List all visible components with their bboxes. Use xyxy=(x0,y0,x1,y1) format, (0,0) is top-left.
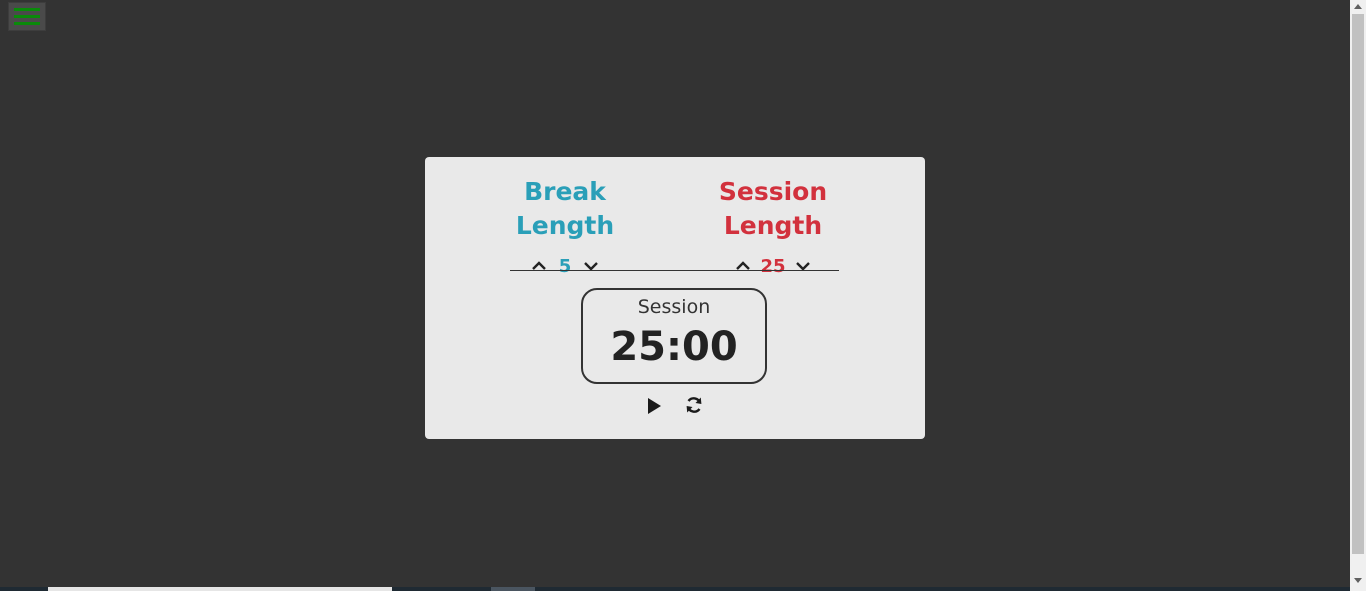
hamburger-icon-line xyxy=(14,15,40,18)
break-length-panel: Break Length 5 xyxy=(485,175,645,277)
break-length-value: 5 xyxy=(558,255,572,277)
scroll-down-arrow-icon[interactable] xyxy=(1354,578,1362,583)
divider xyxy=(510,270,839,271)
play-button[interactable] xyxy=(643,395,665,417)
timer-value: 25:00 xyxy=(610,324,738,370)
break-increment-button[interactable] xyxy=(528,255,550,277)
refresh-icon xyxy=(686,397,702,413)
session-decrement-button[interactable] xyxy=(792,255,814,277)
session-length-title: Session Length xyxy=(718,177,828,240)
taskbar-item[interactable] xyxy=(491,587,535,591)
taskbar-item[interactable] xyxy=(48,587,392,591)
taskbar-strip xyxy=(0,587,1350,591)
break-decrement-button[interactable] xyxy=(580,255,602,277)
hamburger-icon-line xyxy=(14,22,40,25)
scroll-up-arrow-icon[interactable] xyxy=(1354,4,1362,9)
session-increment-button[interactable] xyxy=(732,255,754,277)
timer-label: Session xyxy=(637,296,711,318)
reset-button[interactable] xyxy=(683,394,705,416)
timer-display: Session 25:00 xyxy=(581,288,767,384)
pomodoro-card: Break Length 5 Session Length 25 Session… xyxy=(425,157,925,439)
session-length-panel: Session Length 25 xyxy=(685,175,861,277)
break-length-title: Break Length xyxy=(515,177,615,240)
break-controls: 5 xyxy=(485,255,645,277)
session-length-value: 25 xyxy=(760,255,786,277)
vertical-scrollbar[interactable] xyxy=(1350,0,1366,591)
menu-button[interactable] xyxy=(8,2,46,31)
scroll-thumb[interactable] xyxy=(1352,14,1364,554)
session-controls: 25 xyxy=(685,255,861,277)
hamburger-icon-line xyxy=(14,8,40,11)
play-icon xyxy=(648,398,661,414)
